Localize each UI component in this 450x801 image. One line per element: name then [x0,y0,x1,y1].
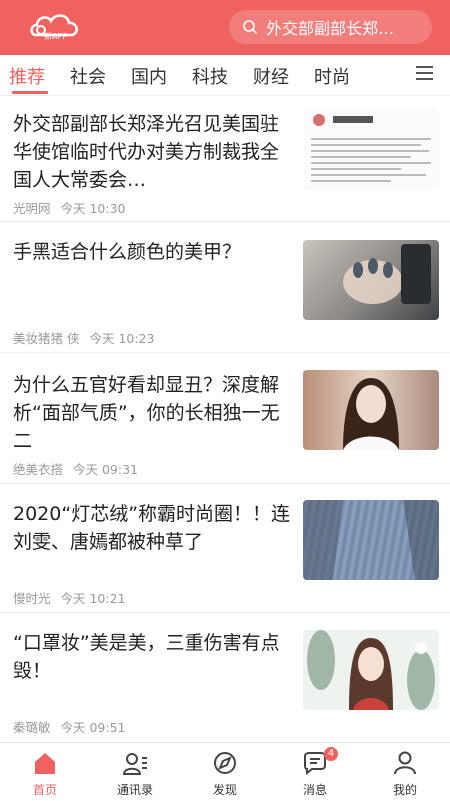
document-image [303,108,439,190]
search-icon [243,20,257,34]
article-source: 慢时光 [13,591,51,606]
nav-label: 我的 [392,783,417,797]
contacts-icon [122,753,147,775]
article-title: 外交部副部长郑泽光召见美国驻华使馆临时代办对美方制裁我全国人大常委会… [13,113,280,191]
article-source: 绝美衣搭 [13,462,64,477]
logo-text: 新APP [44,32,68,41]
nails-image [303,240,439,320]
nav-label: 消息 [302,783,327,797]
message-badge: 4 [324,747,338,761]
article-meta: 美妆猪猪 侠 今天 10:23 [13,328,160,347]
menu-icon[interactable] [416,66,433,80]
app-logo[interactable]: 新APP [28,9,82,45]
article-title: 手黑适合什么颜色的美甲？ [13,241,242,263]
tab-domestic[interactable]: 国内 [131,63,167,89]
article-title: 为什么五官好看却显丑？深度解析“面部气质”，你的长相独一无二 [13,374,280,452]
tab-tech[interactable]: 科技 [192,63,228,89]
nav-home[interactable]: 首页 [0,743,90,801]
article-meta: 慢时光 今天 10:21 [13,588,132,607]
article-item[interactable]: 为什么五官好看却显丑？深度解析“面部气质”，你的长相独一无二 绝美衣搭 今天 0… [0,353,450,484]
article-item[interactable]: “口罩妆”美是美，三重伤害有点毁！ 秦璐敏 今天 09:51 [0,613,450,741]
nav-discover[interactable]: 发现 [180,743,270,801]
portrait-image [303,370,439,450]
home-icon [35,753,55,774]
article-source: 美妆猪猪 侠 [13,331,80,346]
nav-label: 发现 [212,783,237,797]
article-time: 今天 09:51 [60,720,126,735]
app-header: 新APP 外交部副部长郑… [0,0,450,55]
article-meta: 绝美衣搭 今天 09:31 [13,459,144,478]
search-bar[interactable]: 外交部副部长郑… [229,10,432,44]
article-time: 今天 10:23 [89,331,155,346]
illustration-image [303,630,439,710]
article-title: 2020“灯芯绒”称霸时尚圈！！连刘雯、唐嫣都被种草了 [13,503,291,553]
bottom-navigation: 首页 通讯录 发现 4 消息 我的 [0,742,450,801]
article-item[interactable]: 2020“灯芯绒”称霸时尚圈！！连刘雯、唐嫣都被种草了 慢时光 今天 10:21 [0,484,450,613]
nav-messages[interactable]: 4 消息 [270,743,360,801]
discover-icon [214,752,236,774]
category-tabs: 推荐 社会 国内 科技 财经 时尚 [0,55,450,96]
nav-label: 首页 [32,783,57,797]
nav-contacts[interactable]: 通讯录 [90,743,180,801]
profile-icon [394,751,416,775]
search-input[interactable]: 外交部副部长郑… [266,15,416,39]
article-source: 光明网 [13,201,51,216]
article-item[interactable]: 外交部副部长郑泽光召见美国驻华使馆临时代办对美方制裁我全国人大常委会… 光明网 … [0,96,450,222]
tab-society[interactable]: 社会 [70,63,106,89]
nav-profile[interactable]: 我的 [360,743,450,801]
article-meta: 光明网 今天 10:30 [13,198,132,217]
corduroy-image [303,500,439,580]
article-time: 今天 10:21 [60,591,126,606]
article-time: 今天 10:30 [60,201,126,216]
article-source: 秦璐敏 [13,720,51,735]
article-time: 今天 09:31 [73,462,138,477]
article-item[interactable]: 手黑适合什么颜色的美甲？ 美妆猪猪 侠 今天 10:23 [0,222,450,353]
tab-finance[interactable]: 财经 [253,63,289,89]
article-title: “口罩妆”美是美，三重伤害有点毁！ [13,632,280,682]
article-meta: 秦璐敏 今天 09:51 [13,717,132,736]
active-tab-indicator [12,91,48,94]
tab-recommend[interactable]: 推荐 [9,63,45,89]
tab-fashion[interactable]: 时尚 [314,63,350,89]
nav-label: 通讯录 [116,783,153,797]
